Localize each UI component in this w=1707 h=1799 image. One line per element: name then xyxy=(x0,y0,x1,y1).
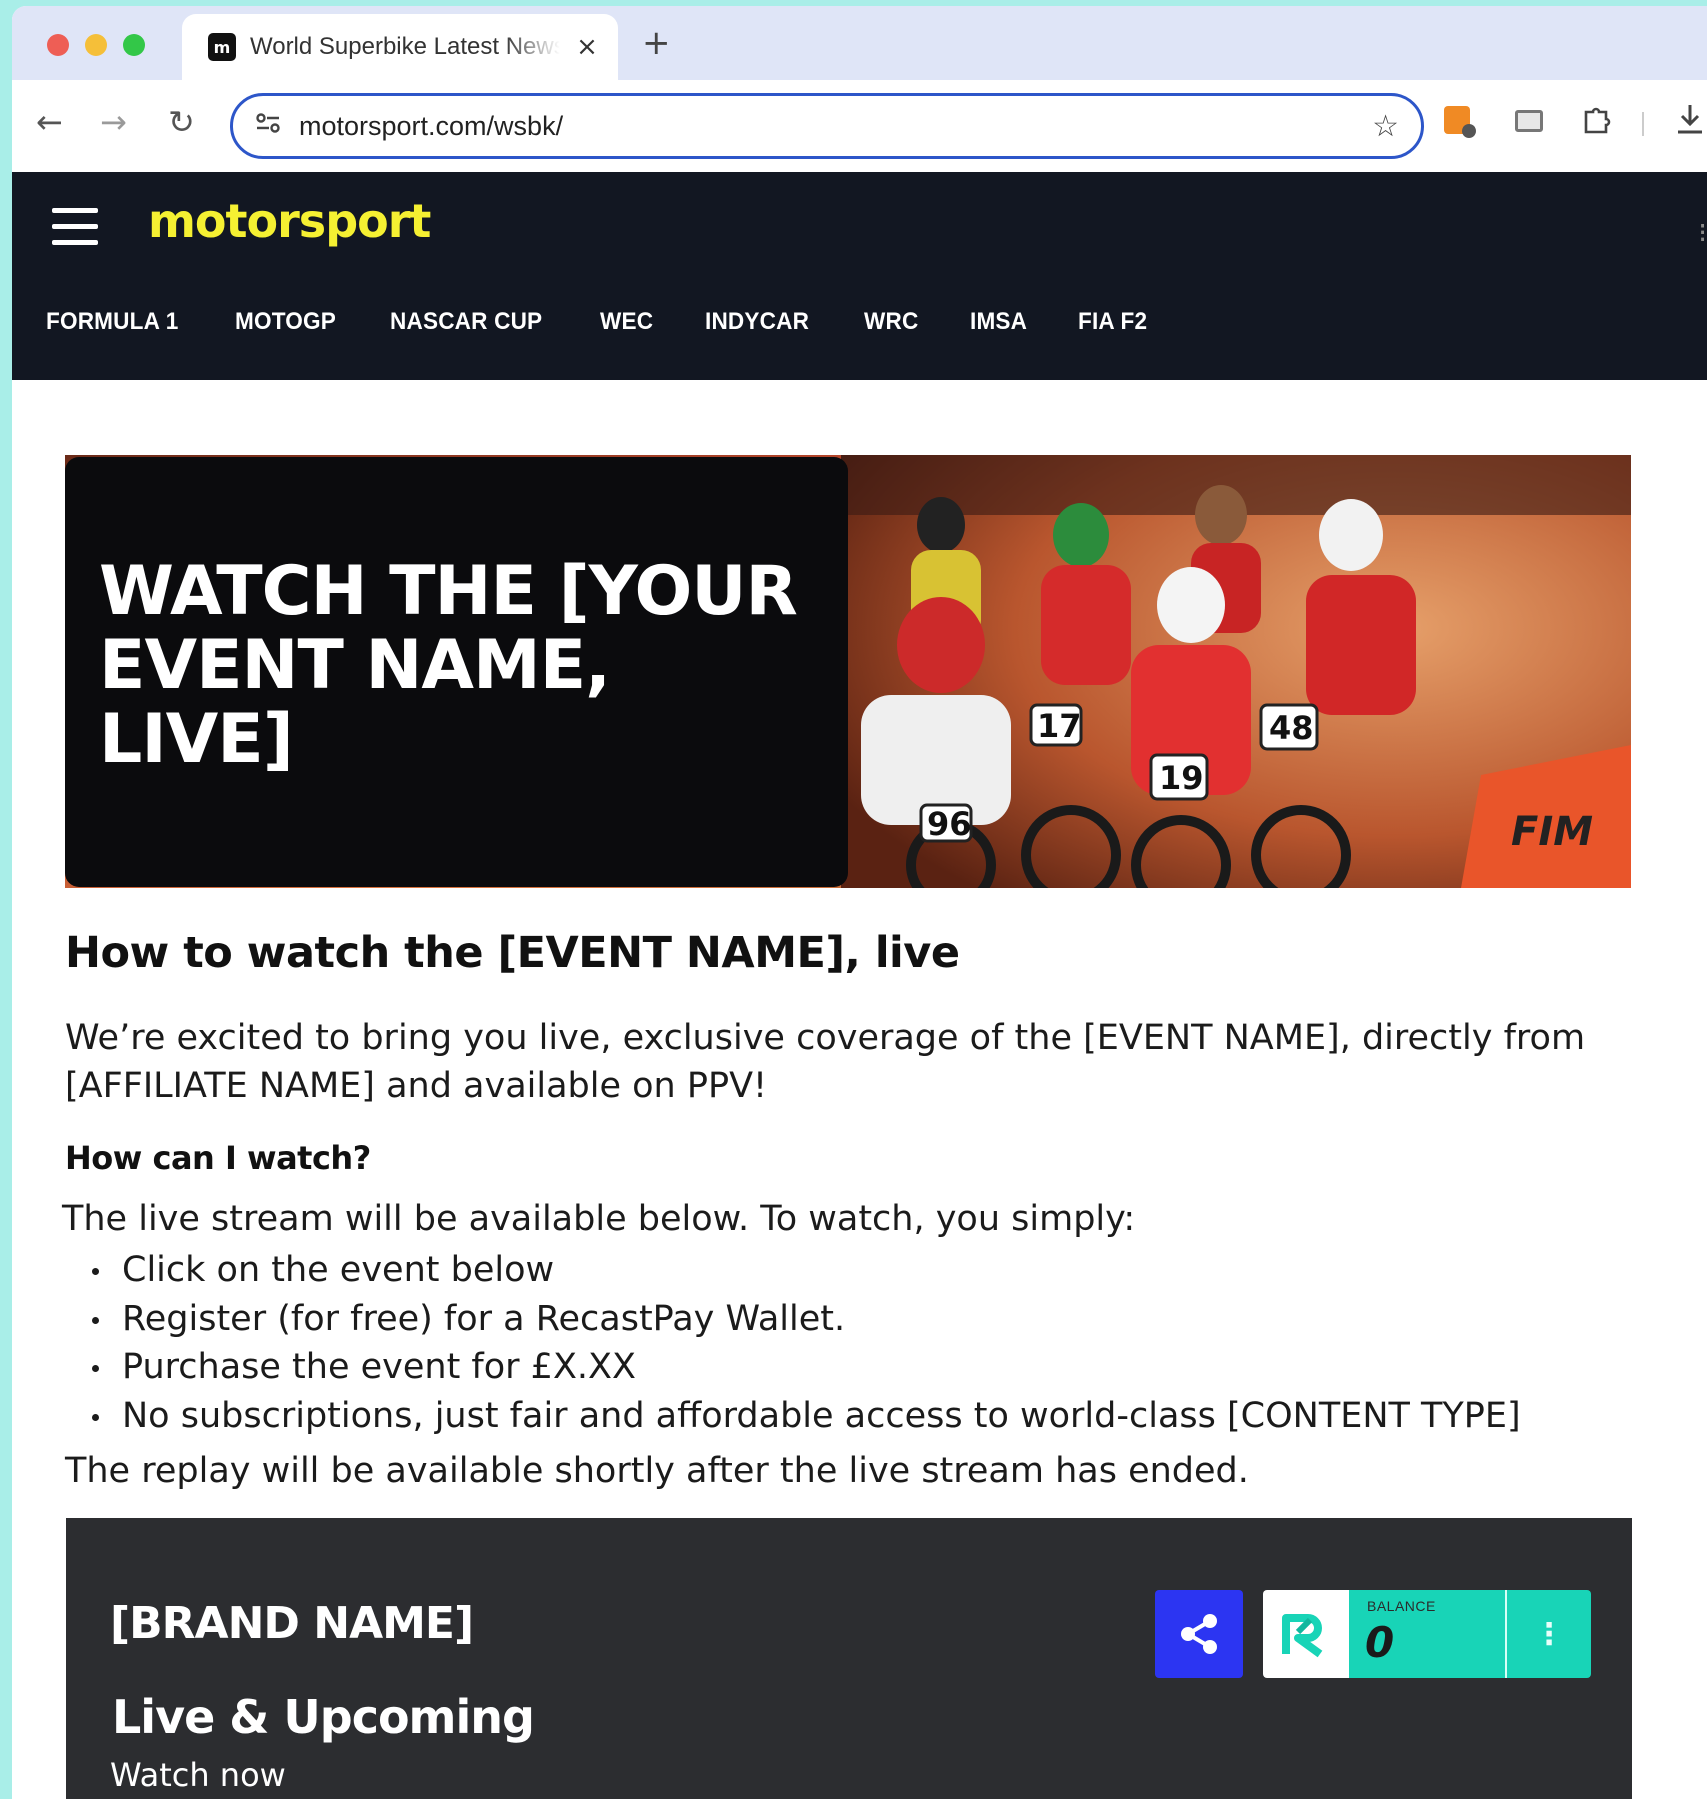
browser-tab-active[interactable]: m World Superbike Latest News × xyxy=(182,14,618,80)
replay-note: The replay will be available shortly aft… xyxy=(65,1451,1249,1491)
article-title: How to watch the [EVENT NAME], live xyxy=(65,928,960,978)
url-text[interactable]: motorsport.com/wsbk/ xyxy=(299,111,1372,142)
share-icon xyxy=(1181,1614,1217,1654)
fim-logo: FIM xyxy=(1511,809,1593,855)
nav-item-wec[interactable]: WEC xyxy=(600,308,653,336)
recastpay-logo-icon xyxy=(1263,1590,1349,1678)
address-bar[interactable]: motorsport.com/wsbk/ ☆ xyxy=(230,93,1424,159)
series-nav: FORMULA 1 MOTOGP NASCAR CUP WEC INDYCAR … xyxy=(46,308,1200,336)
rider-number-17: 17 xyxy=(1037,707,1082,745)
wallet-balance: BALANCE 0 xyxy=(1349,1590,1505,1678)
close-window-button[interactable] xyxy=(47,34,69,56)
browser-window: m World Superbike Latest News × + ← → ↻ … xyxy=(12,6,1707,1799)
nav-item-imsa[interactable]: IMSA xyxy=(970,308,1027,336)
forward-icon[interactable]: → xyxy=(100,102,127,142)
motorsport-logo[interactable]: motorsport xyxy=(148,194,431,248)
live-upcoming-heading: Live & Upcoming xyxy=(112,1690,535,1744)
menu-icon[interactable] xyxy=(52,208,98,245)
new-tab-button[interactable]: + xyxy=(642,26,671,60)
site-header: motorsport ⁝ FORMULA 1 MOTOGP NASCAR CUP… xyxy=(12,172,1707,380)
tab-title: World Superbike Latest News xyxy=(250,33,560,60)
motorsport-favicon-icon: m xyxy=(208,33,236,61)
brand-name: [BRAND NAME] xyxy=(110,1598,474,1649)
back-icon[interactable]: ← xyxy=(36,102,63,142)
article-intro: We’re excited to bring you live, exclusi… xyxy=(65,1018,1586,1106)
share-button[interactable] xyxy=(1155,1590,1243,1678)
steps-intro: The live stream will be available below.… xyxy=(62,1199,1136,1239)
list-item: Purchase the event for £X.XX xyxy=(90,1343,1521,1392)
toolbar-divider xyxy=(1642,112,1644,136)
header-overflow-icon[interactable]: ⁝ xyxy=(1698,216,1707,249)
extension-icon[interactable] xyxy=(1442,104,1476,138)
rider-number-96: 96 xyxy=(927,805,972,843)
nav-item-motogp[interactable]: MOTOGP xyxy=(235,308,336,336)
site-settings-icon[interactable] xyxy=(255,112,285,140)
wallet-widget[interactable]: BALANCE 0 ⋮ xyxy=(1263,1590,1591,1678)
tab-strip: m World Superbike Latest News × + xyxy=(12,6,1707,80)
list-item: Click on the event below xyxy=(90,1246,1521,1295)
nav-item-formula-1[interactable]: FORMULA 1 xyxy=(46,308,178,336)
list-item: Register (for free) for a RecastPay Wall… xyxy=(90,1295,1521,1344)
steps-list: Click on the event below Register (for f… xyxy=(90,1246,1521,1440)
hero-title: WATCH THE [YOUR EVENT NAME, LIVE] xyxy=(99,552,798,779)
download-icon[interactable] xyxy=(1674,102,1706,144)
rider-number-19: 19 xyxy=(1159,759,1204,797)
wallet-menu-icon[interactable]: ⋮ xyxy=(1507,1590,1591,1678)
nav-item-fia-f2[interactable]: FIA F2 xyxy=(1078,308,1147,336)
cast-icon[interactable] xyxy=(1512,104,1546,138)
maximize-window-button[interactable] xyxy=(123,34,145,56)
tab-close-icon[interactable]: × xyxy=(574,32,600,62)
minimize-window-button[interactable] xyxy=(85,34,107,56)
reload-icon[interactable]: ↻ xyxy=(168,102,195,142)
nav-item-wrc[interactable]: WRC xyxy=(864,308,918,336)
hero-banner: 17 19 48 96 FIM WATCH THE [YOUR EVENT NA… xyxy=(65,455,1631,888)
nav-item-indycar[interactable]: INDYCAR xyxy=(705,308,809,336)
browser-toolbar: ← → ↻ motorsport.com/wsbk/ ☆ xyxy=(12,80,1707,172)
balance-label: BALANCE xyxy=(1367,1598,1436,1614)
balance-value: 0 xyxy=(1365,1618,1395,1667)
hero-title-box: WATCH THE [YOUR EVENT NAME, LIVE] xyxy=(65,457,848,887)
nav-item-nascar-cup[interactable]: NASCAR CUP xyxy=(390,308,542,336)
rider-number-48: 48 xyxy=(1269,709,1314,747)
list-item: No subscriptions, just fair and affordab… xyxy=(90,1392,1521,1441)
puzzle-icon[interactable] xyxy=(1580,104,1614,138)
watch-now-link[interactable]: Watch now xyxy=(110,1756,286,1794)
motocross-riders-image: 17 19 48 96 FIM xyxy=(841,455,1631,888)
how-to-watch-subheading: How can I watch? xyxy=(65,1139,371,1177)
bookmark-star-icon[interactable]: ☆ xyxy=(1372,109,1399,144)
ppv-widget: [BRAND NAME] Live & Upcoming Watch now B… xyxy=(66,1518,1632,1799)
